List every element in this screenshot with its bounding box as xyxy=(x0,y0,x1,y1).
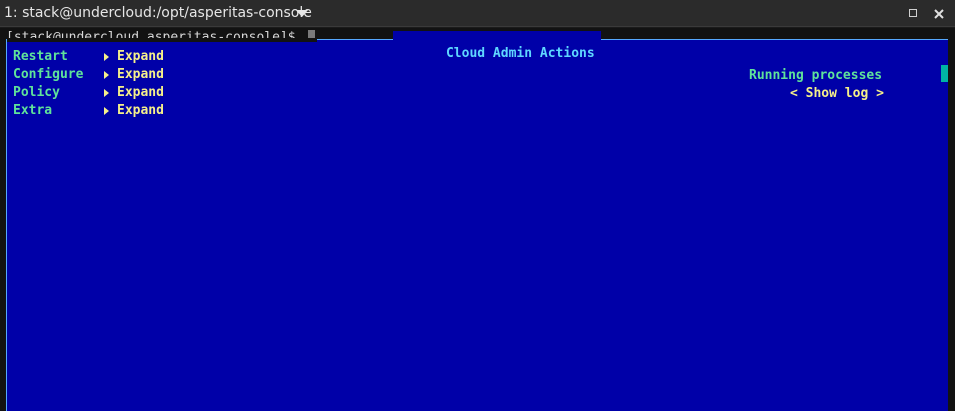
expand-button[interactable]: Expand xyxy=(117,67,164,82)
menu-item-label: Policy xyxy=(13,85,60,100)
window-titlebar: 1: stack@undercloud:/opt/asperitas-conso… xyxy=(0,0,955,27)
menu-item-extra[interactable]: Extra Expand xyxy=(13,103,164,121)
scrollbar-thumb[interactable] xyxy=(941,65,948,82)
menu-item-label: Configure xyxy=(13,67,84,82)
show-log-button[interactable]: < Show log > xyxy=(790,86,884,101)
triangle-right-icon xyxy=(104,71,109,79)
window-title: 1: stack@undercloud:/opt/asperitas-conso… xyxy=(4,5,312,21)
menu-item-restart[interactable]: Restart Expand xyxy=(13,49,164,67)
triangle-right-icon xyxy=(104,89,109,97)
menu-item-label: Extra xyxy=(13,103,53,118)
terminal-area[interactable]: [stack@undercloud asperitas-console]$ Cl… xyxy=(0,28,955,411)
menu-item-policy[interactable]: Policy Expand xyxy=(13,85,164,103)
menu-item-configure[interactable]: Configure Expand xyxy=(13,67,164,85)
triangle-right-icon xyxy=(104,107,109,115)
cloud-admin-panel: Cloud Admin Actions Restart Expand Confi… xyxy=(6,31,948,411)
close-icon[interactable] xyxy=(932,6,946,20)
expand-button[interactable]: Expand xyxy=(117,85,164,100)
chevron-down-icon[interactable] xyxy=(296,10,308,17)
triangle-right-icon xyxy=(104,53,109,61)
panel-title: Cloud Admin Actions xyxy=(393,31,601,76)
expand-button[interactable]: Expand xyxy=(117,49,164,64)
scrollbar[interactable] xyxy=(941,40,948,411)
expand-button[interactable]: Expand xyxy=(117,103,164,118)
menu-item-label: Restart xyxy=(13,49,68,64)
maximize-icon[interactable] xyxy=(907,6,921,20)
running-processes-label: Running processes xyxy=(749,68,883,83)
